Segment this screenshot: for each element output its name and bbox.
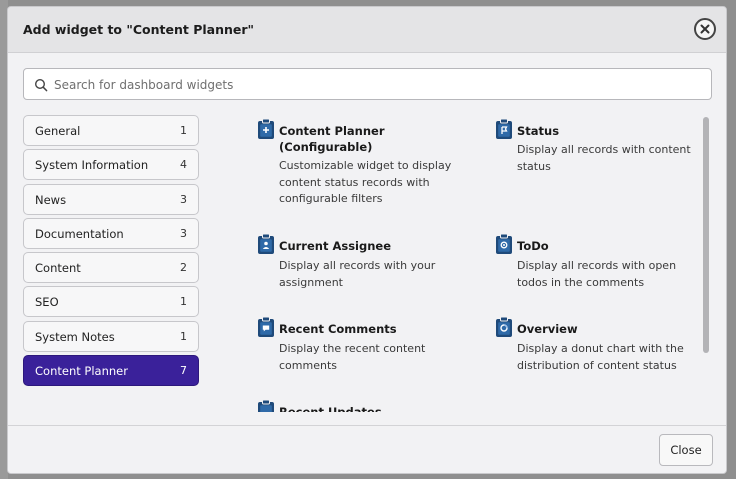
category-count: 1 (180, 329, 187, 343)
dialog-title: Add widget to "Content Planner" (23, 22, 255, 37)
widget-description: Display all records with your assignment (279, 259, 436, 289)
category-label: General (35, 124, 81, 138)
category-count: 2 (180, 261, 187, 275)
category-label: Content (35, 261, 81, 276)
add-widget-dialog: Add widget to "Content Planner" General 1… (7, 6, 727, 474)
clipboard-todo-icon (495, 233, 513, 255)
category-label: Documentation (35, 226, 124, 241)
widget-title: Recent Comments (279, 322, 397, 336)
clipboard-chart-icon (495, 316, 513, 338)
category-count: 1 (180, 124, 187, 137)
widget-description: Display the recent content comments (279, 342, 426, 372)
category-count: 3 (180, 192, 187, 206)
category-count: 3 (180, 226, 187, 240)
dialog-footer: Close (8, 425, 726, 473)
widget-grid: Content Planner (Configurable) Customizab… (240, 115, 700, 412)
category-count: 7 (180, 364, 187, 378)
widget-title: Content Planner (Configurable) (279, 124, 385, 154)
category-item-documentation[interactable]: Documentation 3 (23, 217, 199, 249)
category-label: System Notes (35, 329, 115, 344)
category-label: Content Planner (35, 364, 128, 379)
widget-description: Display a donut chart with the distribut… (517, 342, 684, 372)
category-label: System Information (35, 158, 149, 173)
search-input[interactable] (54, 75, 694, 95)
scrollbar[interactable] (703, 117, 709, 353)
category-list: General 1 System Information 4 News 3 Document… (23, 115, 199, 389)
widget-title: Current Assignee (279, 239, 392, 253)
category-item-system-notes[interactable]: System Notes 1 (23, 320, 199, 352)
widget-description: Display all records with open todos in t… (517, 259, 677, 289)
category-item-content[interactable]: Content 2 (23, 252, 199, 284)
category-label: SEO (35, 295, 59, 310)
close-button[interactable]: Close (659, 434, 713, 466)
widget-title: Recent Updates (279, 405, 382, 412)
clipboard-plus-icon (257, 118, 275, 140)
widget-description: Display all records with content status (517, 143, 691, 173)
category-count: 4 (180, 158, 187, 172)
clipboard-comment-icon (257, 316, 275, 338)
search-field[interactable] (23, 68, 712, 100)
category-item-seo[interactable]: SEO 1 (23, 286, 199, 318)
widget-description: Customizable widget to display content s… (279, 159, 452, 205)
dialog-header: Add widget to "Content Planner" (8, 7, 726, 53)
widget-title: ToDo (517, 239, 549, 253)
category-item-general[interactable]: General 1 (23, 115, 199, 146)
close-icon[interactable] (694, 18, 716, 40)
category-count: 1 (180, 295, 187, 309)
clipboard-icon (257, 399, 275, 412)
category-item-news[interactable]: News 3 (23, 183, 199, 215)
search-icon (34, 77, 48, 96)
category-item-system-information[interactable]: System Information 4 (23, 149, 199, 181)
widget-title: Status (517, 124, 560, 138)
widget-title: Overview (517, 322, 578, 336)
clipboard-user-icon (257, 233, 275, 255)
category-label: News (35, 192, 67, 207)
category-item-content-planner[interactable]: Content Planner 7 (23, 355, 199, 387)
clipboard-flag-icon (495, 118, 513, 140)
